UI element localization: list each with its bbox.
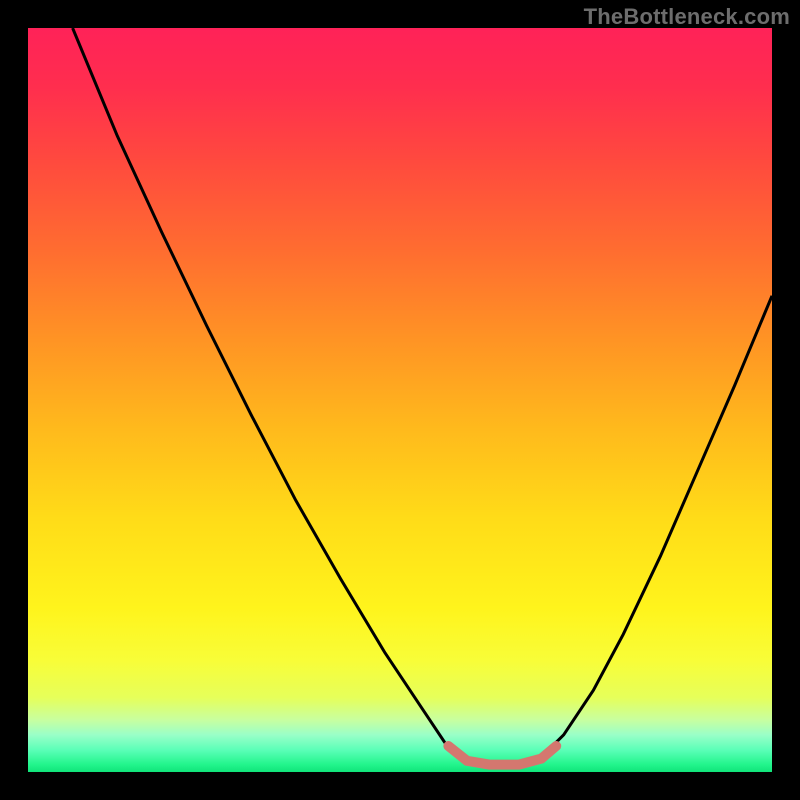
curve-layer (28, 28, 772, 772)
watermark-text: TheBottleneck.com (584, 4, 790, 30)
main-curve (73, 28, 772, 765)
plot-area (28, 28, 772, 772)
chart-frame: TheBottleneck.com (0, 0, 800, 800)
bottom-highlight (448, 746, 556, 765)
